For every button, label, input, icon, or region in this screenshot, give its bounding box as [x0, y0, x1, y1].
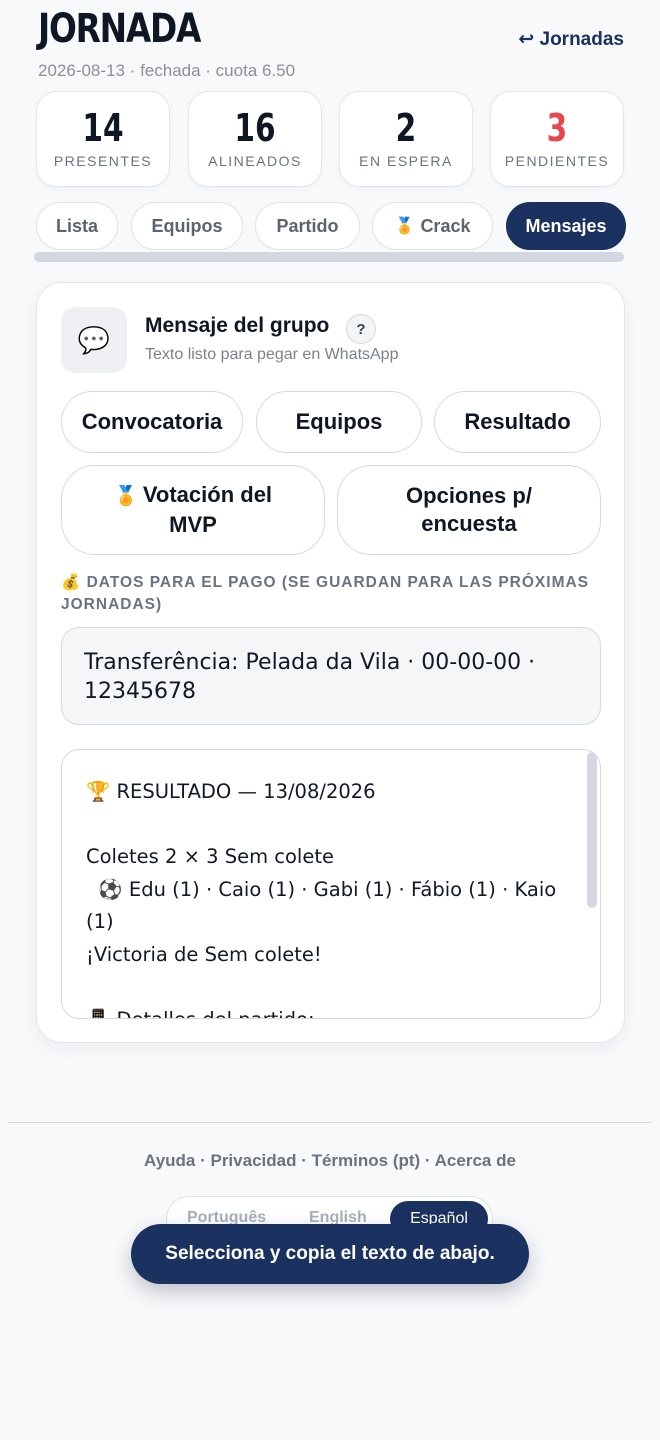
- message-card: 💬 Mensaje del grupo ? Texto listo para p…: [36, 282, 625, 1043]
- template-resultado-button[interactable]: Resultado: [434, 391, 601, 453]
- message-line: ⚽ Edu (1) · Caio (1) · Gabi (1) · Fábio …: [86, 877, 563, 934]
- payment-data-input[interactable]: Transferência: Pelada da Vila · 00-00-00…: [61, 627, 601, 725]
- tab-mensajes[interactable]: Mensajes: [506, 202, 626, 250]
- tab-label: Crack: [420, 215, 471, 236]
- message-line: [86, 971, 578, 1004]
- page-title: JORNADA: [38, 6, 201, 52]
- back-to-jornadas-link[interactable]: ↩ Jornadas: [518, 28, 624, 51]
- help-icon[interactable]: ?: [346, 314, 376, 344]
- message-line: ¡Victoria de Sem colete!: [86, 942, 322, 966]
- tab-crack[interactable]: 🏅 Crack: [372, 202, 493, 250]
- template-equipos-button[interactable]: Equipos: [256, 391, 422, 453]
- stat-value: 2: [395, 106, 417, 150]
- speech-bubble-icon: 💬: [61, 307, 127, 373]
- template-convocatoria-button[interactable]: Convocatoria: [61, 391, 243, 453]
- template-opciones-encuesta-button[interactable]: Opciones p/ encuesta: [337, 465, 601, 555]
- stat-value: 14: [82, 106, 124, 150]
- tab-equipos[interactable]: Equipos: [131, 202, 243, 250]
- stat-label: EN ESPERA: [359, 153, 453, 169]
- message-scrollbar[interactable]: [587, 752, 597, 908]
- copy-toast: Selecciona y copia el texto de abajo.: [131, 1224, 529, 1284]
- stat-pendientes: 3 PENDIENTES: [490, 91, 624, 187]
- button-label: 🏅 Votación del MVP: [113, 482, 273, 537]
- tab-label: Lista: [55, 215, 98, 236]
- tab-label: Equipos: [151, 215, 223, 236]
- page-header: JORNADA ↩ Jornadas 2026-08-13 · fechada …: [38, 6, 624, 86]
- stat-label: PENDIENTES: [504, 153, 610, 169]
- button-label: Equipos: [295, 409, 383, 434]
- message-line: Coletes 2 × 3 Sem colete: [86, 845, 334, 868]
- stat-presentes: 14 PRESENTES: [36, 91, 170, 187]
- stats-row: 14 PRESENTES 16 ALINEADOS 2 EN ESPERA 3 …: [36, 91, 626, 187]
- medal-icon: 🏅: [394, 218, 415, 235]
- card-subtitle: Texto listo para pegar en WhatsApp: [145, 346, 399, 363]
- footer-links[interactable]: Ayuda · Privacidad · Términos (pt) · Ace…: [0, 1151, 660, 1171]
- stat-label: ALINEADOS: [208, 153, 302, 169]
- stat-en-espera: 2 EN ESPERA: [339, 91, 473, 187]
- medal-icon: 🏅: [113, 486, 143, 507]
- tabs-scrollbar[interactable]: [34, 252, 624, 262]
- message-line: 🏆 RESULTADO — 13/08/2026: [86, 780, 376, 803]
- tab-lista[interactable]: Lista: [36, 202, 118, 250]
- button-label: Opciones p/ encuesta: [406, 483, 532, 536]
- tab-partido[interactable]: Partido: [255, 202, 360, 250]
- button-label: Convocatoria: [81, 409, 223, 434]
- footer-divider: [8, 1122, 652, 1123]
- message-line: [86, 809, 578, 842]
- stat-value: 3: [546, 106, 568, 150]
- message-text: 🏆 RESULTADO — 13/08/2026 Coletes 2 × 3 S…: [86, 776, 578, 1019]
- jornada-subtitle: 2026-08-13 · fechada · cuota 6.50: [38, 61, 296, 80]
- message-line: 📱 Detalles del partido:: [86, 1007, 315, 1019]
- button-label: Resultado: [464, 409, 571, 434]
- tab-bar: Lista Equipos Partido 🏅 Crack Mensajes: [36, 202, 626, 252]
- tab-label: Partido: [276, 215, 339, 236]
- tab-label: Mensajes: [525, 215, 607, 236]
- message-textarea[interactable]: 🏆 RESULTADO — 13/08/2026 Coletes 2 × 3 S…: [61, 749, 601, 1019]
- stat-value: 16: [234, 106, 276, 150]
- stat-alineados: 16 ALINEADOS: [188, 91, 322, 187]
- payment-data-label: 💰 DATOS PARA EL PAGO (SE GUARDAN PARA LA…: [61, 574, 590, 613]
- stat-label: PRESENTES: [53, 153, 153, 169]
- template-votacion-mvp-button[interactable]: 🏅 Votación del MVP: [61, 465, 325, 555]
- card-title: Mensaje del grupo: [145, 314, 330, 337]
